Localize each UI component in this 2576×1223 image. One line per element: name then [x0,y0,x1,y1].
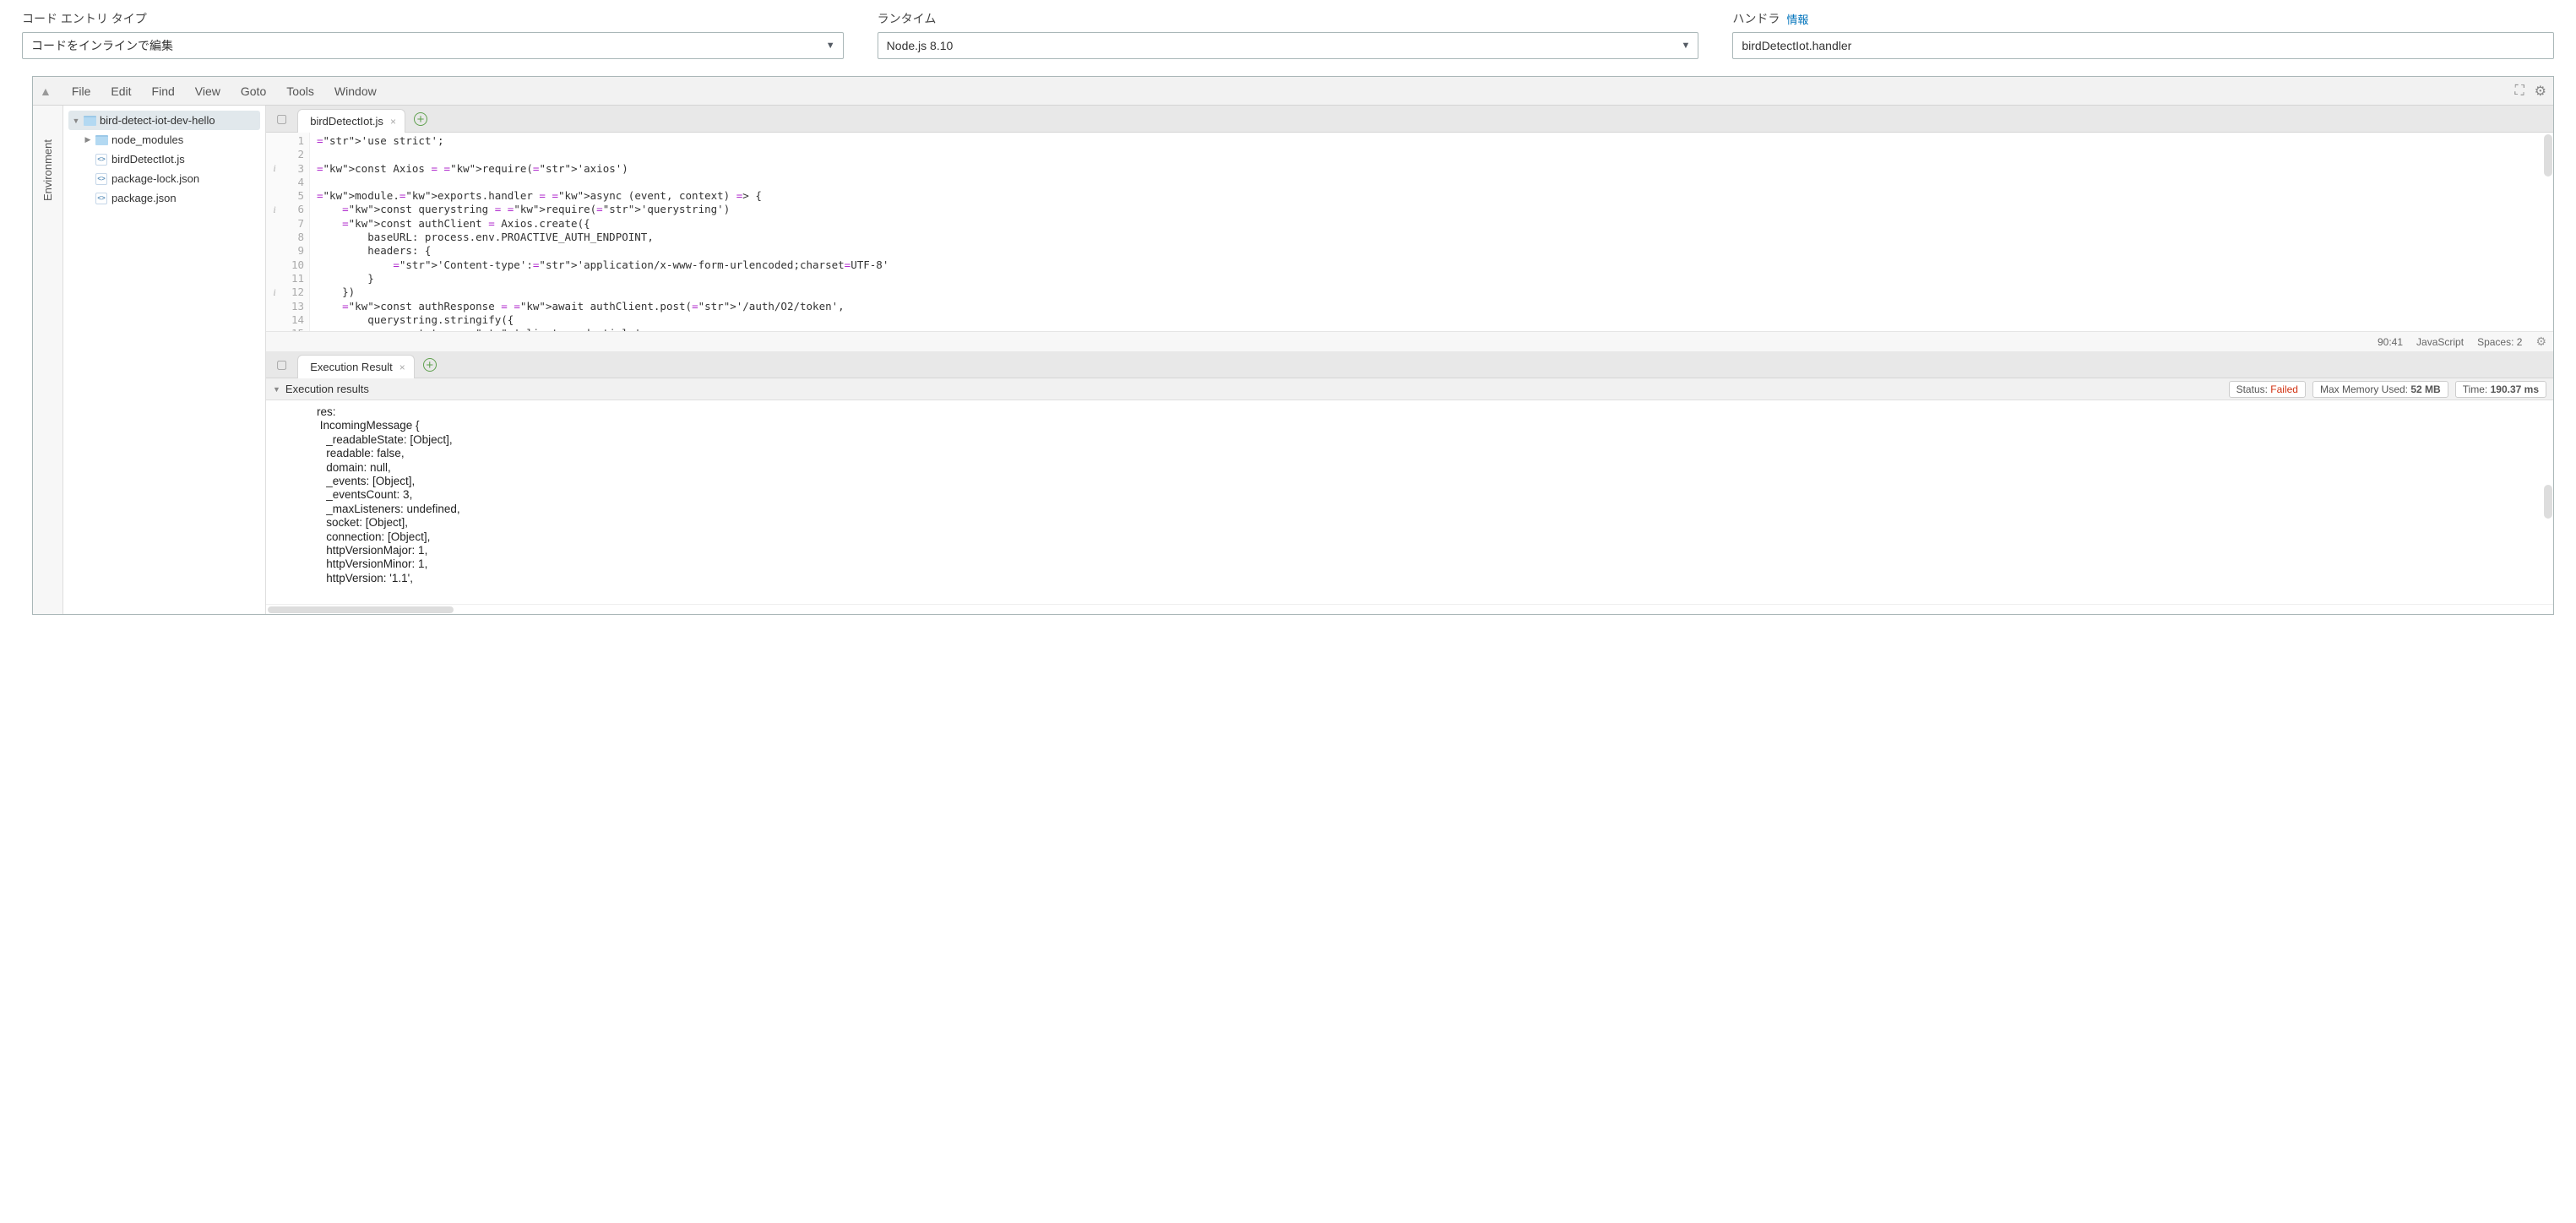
handler-label: ハンドラ [1732,10,1780,27]
menu-view[interactable]: View [185,84,231,98]
result-tab-bar: ▢ Execution Result × + [266,351,2553,378]
folder-icon [82,116,97,126]
tree-item-label: birdDetectIot.js [111,153,185,166]
close-icon[interactable]: × [390,116,396,128]
scrollbar-horizontal-thumb[interactable] [268,606,454,613]
gear-icon[interactable]: ⚙ [2535,334,2546,349]
menu-edit[interactable]: Edit [101,84,141,98]
js-file-icon: <> [94,173,109,185]
menu-goto[interactable]: Goto [231,84,276,98]
scrollbar-horizontal-track[interactable] [266,604,2553,614]
language-mode[interactable]: JavaScript [2416,336,2464,348]
result-tab[interactable]: Execution Result × [297,355,415,378]
code-entry-label: コード エントリ タイプ [22,10,844,27]
tree-item-birddetectiot[interactable]: <> birdDetectIot.js [63,149,265,169]
result-header: ▼ Execution results Status: Failed Max M… [266,378,2553,400]
code-entry-group: コード エントリ タイプ コードをインラインで編集 ▼ [22,10,844,59]
handler-info-link[interactable]: 情報 [1786,11,1808,27]
tree-item-package-lock[interactable]: <> package-lock.json [63,169,265,188]
code-lines: ="str">'use strict'; ="kw">const Axios =… [310,133,2553,331]
gutter-line-numbers: 123456789101112131415 [283,133,310,331]
handler-group: ハンドラ 情報 [1732,10,2554,59]
runtime-label: ランタイム [878,10,1699,27]
code-editor[interactable]: iii 123456789101112131415 ="str">'use st… [266,133,2553,331]
editor-column: ▢ birdDetectIot.js × + iii 1234567891011… [266,106,2553,614]
config-row: コード エントリ タイプ コードをインラインで編集 ▼ ランタイム Node.j… [0,0,2576,76]
scrollbar-vertical[interactable] [2544,134,2552,177]
tree-item-label: package-lock.json [111,172,199,185]
menu-window[interactable]: Window [324,84,387,98]
tree-item-node-modules[interactable]: ▶ node_modules [63,130,265,149]
add-tab-button[interactable]: + [423,358,437,372]
scrollbar-vertical[interactable] [2544,485,2552,519]
tree-item-package-json[interactable]: <> package.json [63,188,265,208]
runtime-select[interactable]: Node.js 8.10 [878,32,1699,59]
close-icon[interactable]: × [399,361,405,373]
collapse-up-icon[interactable]: ▲ [40,84,52,98]
environment-tab-label: Environment [41,139,54,201]
ide-body: Environment ▼ bird-detect-iot-dev-hello … [33,106,2553,614]
editor-status-bar: 90:41 JavaScript Spaces: 2 ⚙ [266,331,2553,351]
memory-badge: Max Memory Used: 52 MB [2312,381,2448,398]
fullscreen-icon[interactable]: ⛶ [2514,84,2524,99]
chevron-right-icon: ▶ [82,135,94,144]
environment-tab[interactable]: Environment [33,106,63,614]
ide-frame: ▲ File Edit Find View Goto Tools Window … [32,76,2554,615]
time-badge: Time: 190.37 ms [2455,381,2546,398]
result-output[interactable]: res: IncomingMessage { _readableState: [… [266,400,2553,604]
menu-tools[interactable]: Tools [276,84,324,98]
folder-icon [94,135,109,145]
editor-tab-label: birdDetectIot.js [310,115,383,128]
code-entry-select[interactable]: コードをインラインで編集 [22,32,844,59]
indent-setting[interactable]: Spaces: 2 [2477,336,2522,348]
file-tree: ▼ bird-detect-iot-dev-hello ▶ node_modul… [63,106,266,614]
menu-file[interactable]: File [62,84,101,98]
cursor-position: 90:41 [2378,336,2403,348]
editor-tab-bar: ▢ birdDetectIot.js × + [266,106,2553,133]
tab-list-icon[interactable]: ▢ [276,111,287,126]
gutter-info: iii [266,133,283,331]
chevron-down-icon: ▼ [70,117,82,125]
add-tab-button[interactable]: + [414,112,427,126]
js-file-icon: <> [94,193,109,204]
gear-icon[interactable]: ⚙ [2535,83,2546,100]
tab-list-icon[interactable]: ▢ [276,357,287,372]
editor-tab[interactable]: birdDetectIot.js × [297,109,405,133]
tree-root[interactable]: ▼ bird-detect-iot-dev-hello [68,111,260,130]
ide-menubar: ▲ File Edit Find View Goto Tools Window … [33,77,2553,106]
tree-root-label: bird-detect-iot-dev-hello [100,114,215,127]
chevron-down-icon[interactable]: ▼ [273,385,280,394]
status-badge: Status: Failed [2229,381,2306,398]
result-tab-label: Execution Result [310,361,393,373]
runtime-group: ランタイム Node.js 8.10 ▼ [878,10,1699,59]
tree-item-label: node_modules [111,133,183,146]
js-file-icon: <> [94,154,109,166]
tree-item-label: package.json [111,192,177,204]
result-title: Execution results [285,383,369,395]
menu-find[interactable]: Find [142,84,185,98]
handler-input[interactable] [1732,32,2554,59]
